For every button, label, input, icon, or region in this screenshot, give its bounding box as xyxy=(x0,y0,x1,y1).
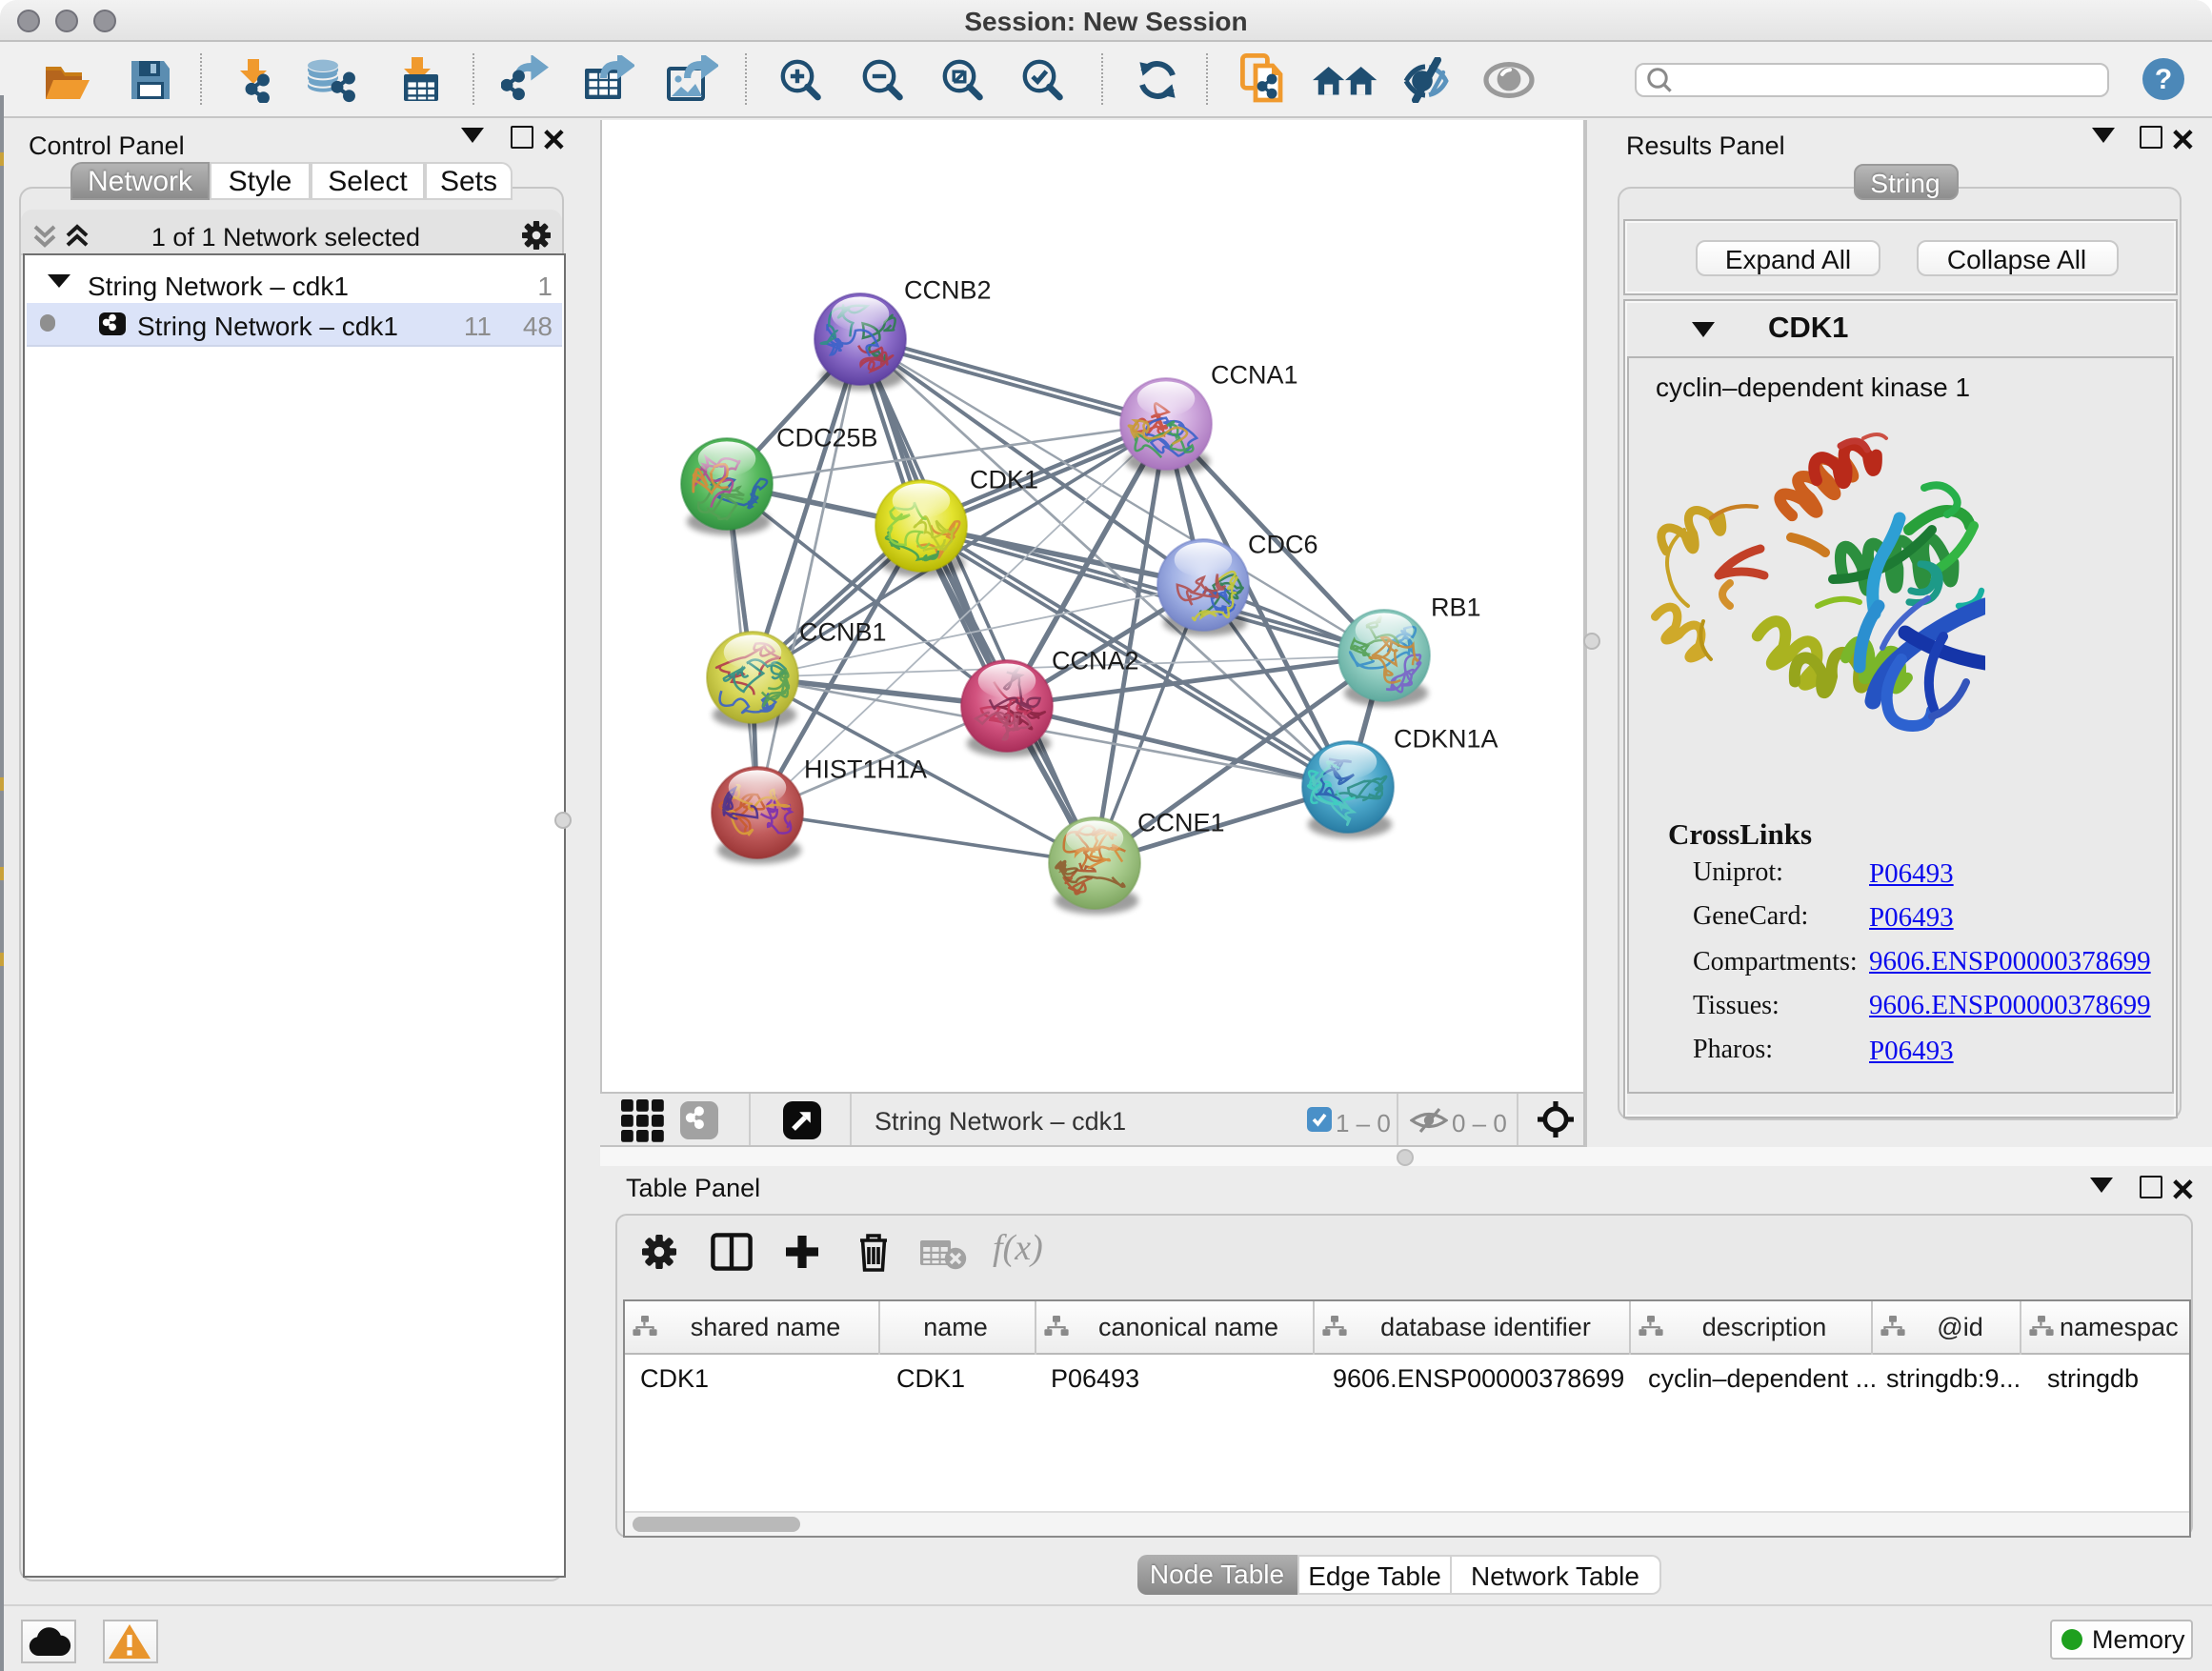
svg-text:HIST1H1A: HIST1H1A xyxy=(804,755,927,783)
svg-text:CDC25B: CDC25B xyxy=(776,423,878,452)
svg-text:CDK1: CDK1 xyxy=(970,465,1038,493)
svg-text:RB1: RB1 xyxy=(1431,593,1481,621)
svg-text:?: ? xyxy=(2155,65,2172,96)
svg-text:CCNB2: CCNB2 xyxy=(904,275,992,304)
svg-text:CCNE1: CCNE1 xyxy=(1137,808,1225,836)
svg-text:CCNA2: CCNA2 xyxy=(1052,646,1139,674)
svg-text:CCNA1: CCNA1 xyxy=(1211,360,1298,389)
svg-text:CCNB1: CCNB1 xyxy=(799,617,887,646)
svg-text:CDC6: CDC6 xyxy=(1248,530,1318,558)
svg-text:CDKN1A: CDKN1A xyxy=(1394,724,1498,753)
